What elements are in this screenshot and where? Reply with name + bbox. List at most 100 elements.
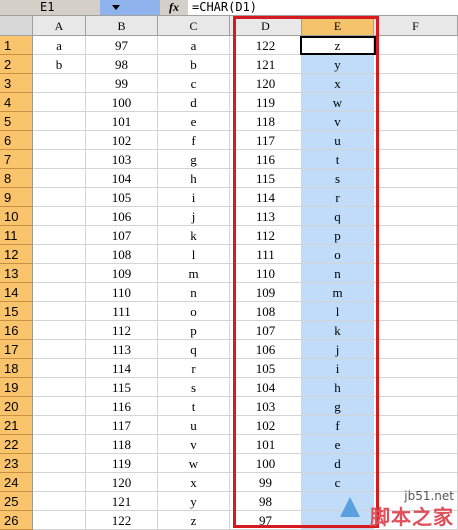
- cell-d20[interactable]: 103: [230, 397, 302, 416]
- cell-a4[interactable]: [33, 93, 86, 112]
- cell-c7[interactable]: g: [158, 150, 230, 169]
- cell-e12[interactable]: o: [302, 245, 374, 264]
- cell-d3[interactable]: 120: [230, 74, 302, 93]
- cell-f12[interactable]: [374, 245, 458, 264]
- cell-f7[interactable]: [374, 150, 458, 169]
- cell-b24[interactable]: 120: [86, 473, 158, 492]
- cell-f14[interactable]: [374, 283, 458, 302]
- cell-c2[interactable]: b: [158, 55, 230, 74]
- cell-f17[interactable]: [374, 340, 458, 359]
- cell-a9[interactable]: [33, 188, 86, 207]
- select-all-corner[interactable]: [0, 16, 33, 36]
- column-header-b[interactable]: B: [86, 16, 158, 36]
- cell-f2[interactable]: [374, 55, 458, 74]
- cell-d22[interactable]: 101: [230, 435, 302, 454]
- cell-c20[interactable]: t: [158, 397, 230, 416]
- formula-input[interactable]: =CHAR(D1): [192, 0, 257, 15]
- cell-f19[interactable]: [374, 378, 458, 397]
- cell-d6[interactable]: 117: [230, 131, 302, 150]
- cell-a25[interactable]: [33, 492, 86, 511]
- cell-c5[interactable]: e: [158, 112, 230, 131]
- cell-d16[interactable]: 107: [230, 321, 302, 340]
- cell-f8[interactable]: [374, 169, 458, 188]
- cell-d11[interactable]: 112: [230, 226, 302, 245]
- cell-f13[interactable]: [374, 264, 458, 283]
- row-header[interactable]: 12: [0, 245, 33, 264]
- cell-d12[interactable]: 111: [230, 245, 302, 264]
- row-header[interactable]: 7: [0, 150, 33, 169]
- cell-d9[interactable]: 114: [230, 188, 302, 207]
- cell-b17[interactable]: 113: [86, 340, 158, 359]
- cell-c4[interactable]: d: [158, 93, 230, 112]
- cell-e1[interactable]: z: [302, 36, 374, 55]
- cell-e11[interactable]: p: [302, 226, 374, 245]
- cell-c26[interactable]: z: [158, 511, 230, 530]
- cell-a26[interactable]: [33, 511, 86, 530]
- cell-e18[interactable]: i: [302, 359, 374, 378]
- cell-b23[interactable]: 119: [86, 454, 158, 473]
- row-header[interactable]: 11: [0, 226, 33, 245]
- cell-d25[interactable]: 98: [230, 492, 302, 511]
- cell-e17[interactable]: j: [302, 340, 374, 359]
- cell-e16[interactable]: k: [302, 321, 374, 340]
- row-header[interactable]: 15: [0, 302, 33, 321]
- cell-e22[interactable]: e: [302, 435, 374, 454]
- cell-c13[interactable]: m: [158, 264, 230, 283]
- column-header-c[interactable]: C: [158, 16, 230, 36]
- cell-f18[interactable]: [374, 359, 458, 378]
- row-header[interactable]: 8: [0, 169, 33, 188]
- cell-f4[interactable]: [374, 93, 458, 112]
- cell-b21[interactable]: 117: [86, 416, 158, 435]
- row-header[interactable]: 21: [0, 416, 33, 435]
- cell-b15[interactable]: 111: [86, 302, 158, 321]
- cell-c11[interactable]: k: [158, 226, 230, 245]
- cell-c22[interactable]: v: [158, 435, 230, 454]
- cell-f23[interactable]: [374, 454, 458, 473]
- cell-c25[interactable]: y: [158, 492, 230, 511]
- row-header[interactable]: 25: [0, 492, 33, 511]
- row-header[interactable]: 14: [0, 283, 33, 302]
- cell-a5[interactable]: [33, 112, 86, 131]
- cell-b18[interactable]: 114: [86, 359, 158, 378]
- row-header[interactable]: 19: [0, 378, 33, 397]
- row-header[interactable]: 5: [0, 112, 33, 131]
- cell-f1[interactable]: [374, 36, 458, 55]
- cell-d23[interactable]: 100: [230, 454, 302, 473]
- cell-a11[interactable]: [33, 226, 86, 245]
- cell-e4[interactable]: w: [302, 93, 374, 112]
- cell-d4[interactable]: 119: [230, 93, 302, 112]
- cell-a19[interactable]: [33, 378, 86, 397]
- cell-e7[interactable]: t: [302, 150, 374, 169]
- cell-e5[interactable]: v: [302, 112, 374, 131]
- cell-d13[interactable]: 110: [230, 264, 302, 283]
- cell-d21[interactable]: 102: [230, 416, 302, 435]
- cell-b8[interactable]: 104: [86, 169, 158, 188]
- cell-a12[interactable]: [33, 245, 86, 264]
- row-header[interactable]: 9: [0, 188, 33, 207]
- cell-d7[interactable]: 116: [230, 150, 302, 169]
- cell-d2[interactable]: 121: [230, 55, 302, 74]
- cell-c17[interactable]: q: [158, 340, 230, 359]
- cell-b4[interactable]: 100: [86, 93, 158, 112]
- cell-a22[interactable]: [33, 435, 86, 454]
- cell-a20[interactable]: [33, 397, 86, 416]
- cell-d10[interactable]: 113: [230, 207, 302, 226]
- cell-e6[interactable]: u: [302, 131, 374, 150]
- row-header[interactable]: 17: [0, 340, 33, 359]
- cell-d5[interactable]: 118: [230, 112, 302, 131]
- cell-a15[interactable]: [33, 302, 86, 321]
- row-header[interactable]: 4: [0, 93, 33, 112]
- column-header-a[interactable]: A: [33, 16, 86, 36]
- cell-b14[interactable]: 110: [86, 283, 158, 302]
- row-header[interactable]: 3: [0, 74, 33, 93]
- cell-f20[interactable]: [374, 397, 458, 416]
- cell-f9[interactable]: [374, 188, 458, 207]
- cell-e3[interactable]: x: [302, 74, 374, 93]
- row-header[interactable]: 10: [0, 207, 33, 226]
- column-header-e[interactable]: E: [302, 16, 374, 36]
- column-header-f[interactable]: F: [374, 16, 458, 36]
- cell-b12[interactable]: 108: [86, 245, 158, 264]
- cell-a8[interactable]: [33, 169, 86, 188]
- row-header[interactable]: 20: [0, 397, 33, 416]
- cell-f15[interactable]: [374, 302, 458, 321]
